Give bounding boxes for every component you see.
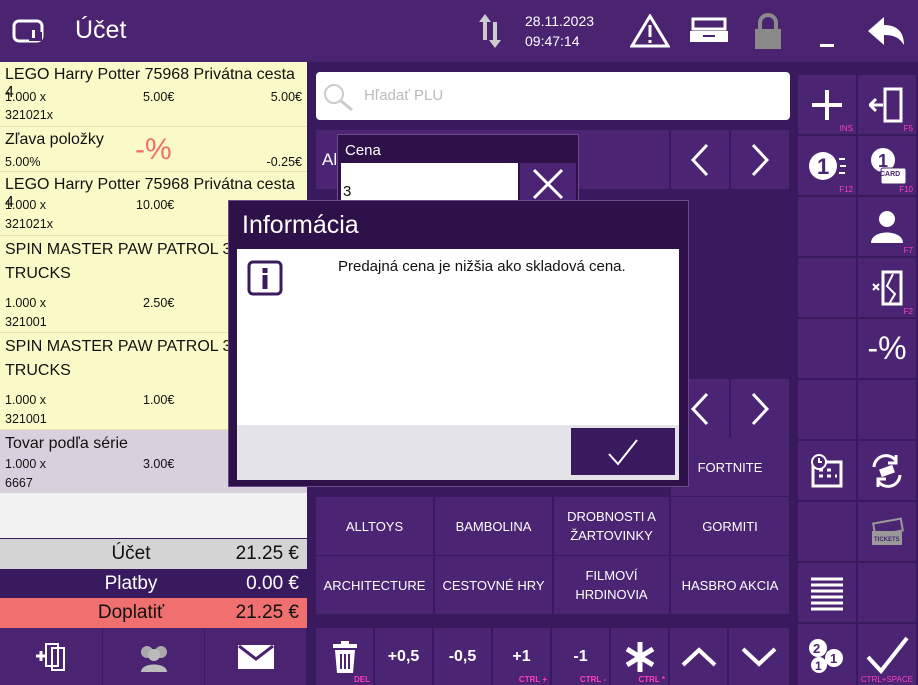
datetime: 28.11.2023 09:47:14 (525, 13, 595, 49)
minimize-icon[interactable] (820, 44, 834, 47)
chevron-down-icon (741, 647, 777, 667)
exchange-button[interactable] (858, 441, 916, 500)
svg-text:1: 1 (830, 651, 837, 666)
tickets-button[interactable]: TICKETS (858, 502, 916, 561)
customers-button[interactable] (103, 628, 205, 685)
svg-text:1: 1 (817, 154, 829, 179)
empty-button (798, 502, 856, 561)
search-input[interactable]: Hľadať PLU (316, 72, 790, 120)
next-group-button[interactable] (731, 130, 789, 189)
app-logo-icon[interactable] (12, 18, 44, 44)
chevron-up-icon (681, 646, 716, 666)
empty-button (798, 197, 856, 256)
price-dialog-title: Cena (345, 142, 381, 159)
search-icon (324, 84, 353, 112)
receipt-row[interactable]: Zľava položky -% 5.00% -0.25€ (0, 127, 307, 172)
checkmark-icon (866, 636, 909, 674)
split-button[interactable]: 211 (798, 624, 856, 685)
category-button[interactable]: HASBRO AKCIA (671, 556, 789, 614)
scroll-down-button[interactable] (729, 628, 789, 685)
category-button[interactable]: ARCHITECTURE (316, 556, 433, 614)
discount-button[interactable]: -% (858, 319, 916, 378)
envelope-icon (237, 644, 274, 669)
exchange-tickets-icon (872, 453, 902, 488)
minus-half-button[interactable]: -0,5 (434, 628, 491, 685)
price-dialog: Cena 3 (337, 134, 579, 205)
confirm-payment-button[interactable]: CTRL+SPACE (858, 624, 916, 685)
chevron-right-icon (751, 392, 770, 425)
plus-icon (812, 89, 842, 120)
category-button[interactable]: FILMOVÍ HRDINOVIA (554, 556, 669, 614)
card-icon: 1 (871, 147, 907, 184)
plus-half-button[interactable]: +0,5 (375, 628, 432, 685)
back-arrow-icon[interactable] (866, 14, 906, 48)
chevron-right-icon (751, 143, 770, 176)
svg-text:2: 2 (813, 641, 820, 656)
percent-icon: -% (867, 330, 907, 366)
message-button[interactable] (205, 628, 307, 685)
users-icon (140, 645, 167, 672)
category-button[interactable]: BAMBOLINA (435, 497, 552, 555)
return-button[interactable]: F2 (858, 258, 916, 317)
price-dialog-close-button[interactable] (520, 163, 576, 205)
add-document-button[interactable] (0, 628, 103, 685)
info-dialog-title: Informácia (242, 211, 359, 239)
minus-one-button[interactable]: -1 CTRL - (552, 628, 609, 685)
logout-icon (869, 87, 903, 122)
category-button[interactable]: ALLTOYS (316, 497, 433, 555)
sort-arrows-icon[interactable] (478, 12, 502, 50)
next-page-button[interactable] (731, 379, 789, 438)
category-button[interactable]: CESTOVNÉ HRY (435, 556, 552, 614)
warning-icon[interactable] (630, 14, 670, 48)
list-button[interactable] (798, 563, 856, 622)
receipt-row[interactable]: LEGO Harry Potter 75968 Privátna cesta 4… (0, 62, 307, 127)
category-button[interactable]: DROBNOSTI A ŽARTOVINKY (554, 497, 669, 555)
calendar-clock-icon (811, 453, 843, 487)
prev-group-button[interactable] (671, 130, 729, 189)
chevron-left-icon (690, 143, 709, 176)
trash-icon (332, 640, 357, 673)
lock-icon[interactable] (752, 12, 784, 50)
empty-button (858, 380, 916, 439)
scroll-up-button[interactable] (670, 628, 727, 685)
top-bar: Účet 28.11.2023 09:47:14 (0, 0, 918, 62)
price-input[interactable]: 3 (341, 163, 518, 205)
number-one-icon: 1 (809, 151, 846, 180)
return-doc-icon (872, 270, 903, 305)
page-title: Účet (75, 16, 127, 44)
list-icon (811, 577, 843, 610)
multiply-button[interactable]: CTRL * (611, 628, 668, 685)
empty-button (798, 319, 856, 378)
quick-item-button[interactable]: 1 F12 (798, 136, 856, 195)
asterisk-icon (625, 641, 654, 672)
total-ucet: Účet 21.25 € (0, 539, 307, 569)
add-document-icon (36, 642, 65, 671)
category-button[interactable]: GORMITI (671, 497, 789, 555)
exit-button[interactable]: F5 (858, 75, 916, 134)
checkmark-icon (608, 438, 638, 466)
empty-button (798, 258, 856, 317)
close-icon (532, 168, 564, 200)
total-platby: Platby 0.00 € (0, 569, 307, 599)
loyalty-card-button[interactable]: 1 CARD F10 (858, 136, 916, 195)
total-doplatit: Doplatiť 21.25 € (0, 598, 307, 628)
empty-button (858, 563, 916, 622)
customer-button[interactable]: F7 (858, 197, 916, 256)
plus-one-button[interactable]: +1 CTRL + (493, 628, 550, 685)
empty-button (798, 380, 856, 439)
numbers-icon: 211 (809, 638, 843, 673)
info-icon (247, 260, 283, 296)
calendar-button[interactable] (798, 441, 856, 500)
info-dialog-message: Predajná cena je nižšia ako skladová cen… (338, 258, 626, 275)
user-icon (871, 210, 903, 243)
discount-icon: -% (135, 133, 172, 166)
svg-text:1: 1 (815, 659, 822, 673)
info-dialog: Informácia Predajná cena je nižšia ako s… (228, 200, 689, 487)
delete-button[interactable]: DEL (316, 628, 373, 685)
drawer-icon[interactable] (688, 16, 730, 46)
info-dialog-ok-button[interactable] (571, 428, 675, 475)
info-dialog-body: Predajná cena je nižšia ako skladová cen… (237, 249, 679, 425)
chevron-left-icon (690, 392, 709, 425)
insert-button[interactable]: INS (798, 75, 856, 134)
